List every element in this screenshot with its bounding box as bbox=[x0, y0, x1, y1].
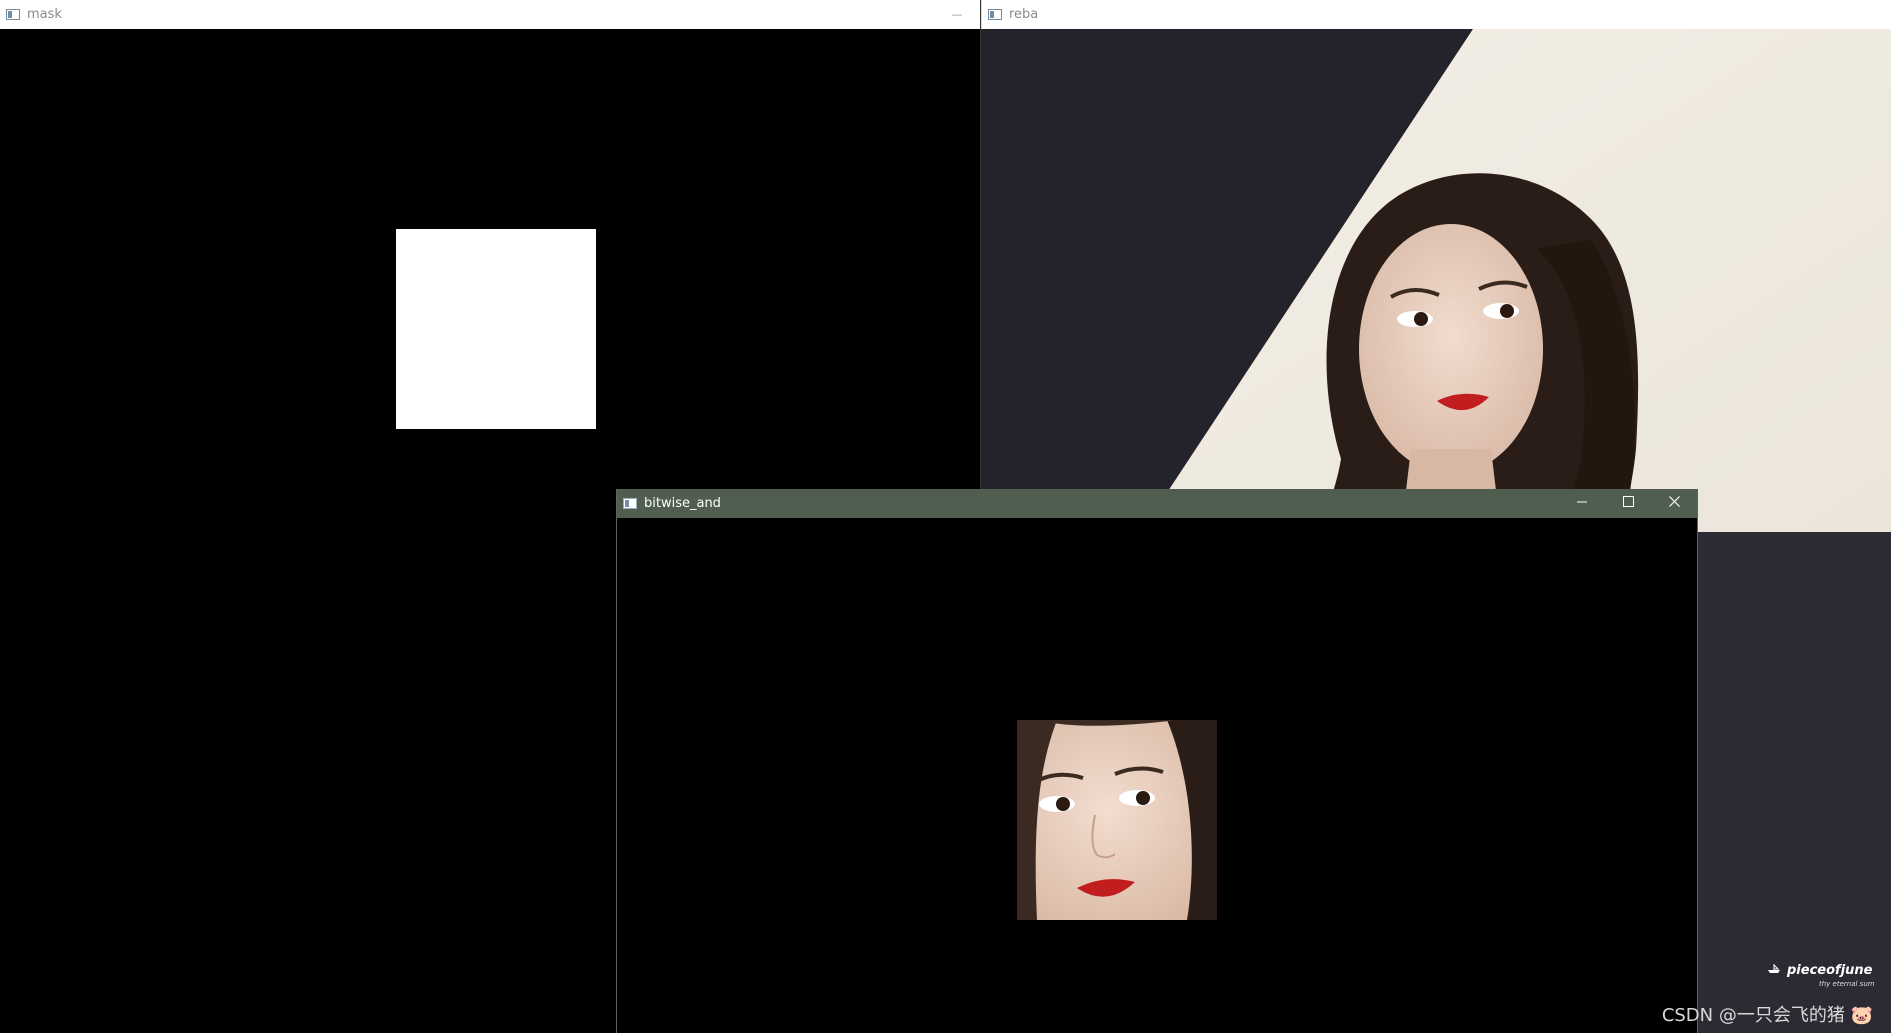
app-window-icon bbox=[988, 9, 1002, 20]
mask-window-title: mask bbox=[27, 7, 62, 22]
app-window-icon bbox=[6, 9, 20, 20]
masked-face-image bbox=[1017, 720, 1217, 920]
reba-titlebar[interactable]: reba bbox=[981, 0, 1891, 29]
bitwise-and-canvas bbox=[617, 518, 1697, 1033]
minimize-icon bbox=[1576, 496, 1588, 511]
mask-white-square bbox=[396, 229, 596, 429]
maximize-icon bbox=[1622, 496, 1634, 511]
photo-brand-overlay: pieceofjune thy eternal sum bbox=[1761, 963, 1891, 988]
boat-icon bbox=[1767, 963, 1781, 978]
bitwise-and-window-title: bitwise_and bbox=[644, 496, 721, 511]
mask-minimize-button[interactable]: — bbox=[934, 0, 980, 29]
csdn-watermark: CSDN @一只会飞的猪 🐷 bbox=[1661, 1005, 1873, 1026]
bitwise-and-close-button[interactable] bbox=[1651, 489, 1697, 518]
bitwise-and-maximize-button[interactable] bbox=[1605, 489, 1651, 518]
bitwise-and-titlebar[interactable]: bitwise_and bbox=[617, 489, 1697, 518]
mask-titlebar[interactable]: mask — bbox=[0, 0, 980, 29]
close-icon bbox=[1668, 496, 1680, 511]
bitwise-and-window[interactable]: bitwise_and bbox=[616, 489, 1698, 1033]
desktop: mask — reba pieceofjune thy eternal sum … bbox=[0, 0, 1891, 1033]
minimize-icon: — bbox=[951, 8, 963, 21]
reba-window-title: reba bbox=[1009, 7, 1039, 22]
brand-tagline: thy eternal sum bbox=[1819, 980, 1875, 988]
bitwise-and-minimize-button[interactable] bbox=[1559, 489, 1605, 518]
app-window-icon bbox=[623, 498, 637, 509]
brand-name: pieceofjune bbox=[1787, 963, 1873, 978]
